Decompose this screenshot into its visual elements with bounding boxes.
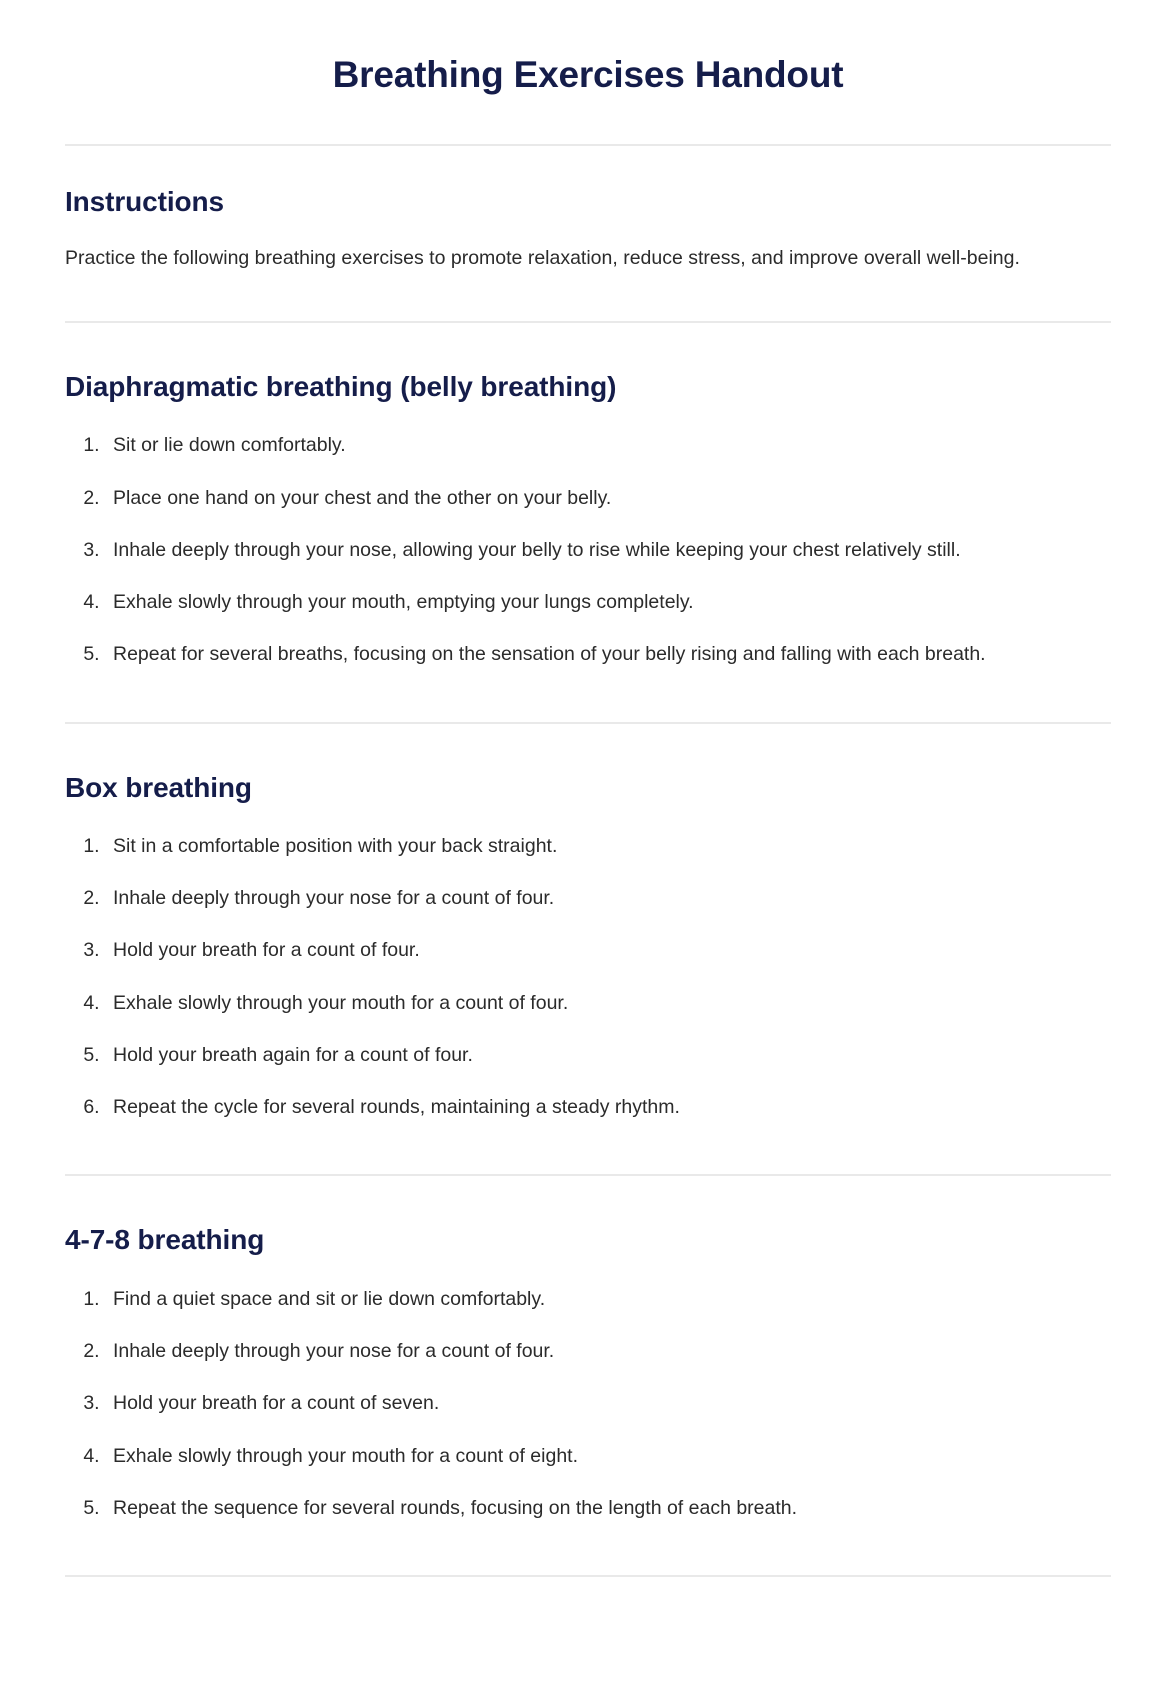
- list-item: Exhale slowly through your mouth for a c…: [105, 1442, 1083, 1471]
- list-item: Exhale slowly through your mouth, emptyi…: [105, 588, 1083, 617]
- document-page: Breathing Exercises Handout Instructions…: [0, 0, 1176, 1697]
- list-item: Find a quiet space and sit or lie down c…: [105, 1285, 1083, 1314]
- list-item: Sit or lie down comfortably.: [105, 431, 1083, 460]
- list-item: Inhale deeply through your nose for a co…: [105, 884, 1083, 913]
- steps-list-478: Find a quiet space and sit or lie down c…: [65, 1285, 1111, 1523]
- list-item: Hold your breath for a count of seven.: [105, 1389, 1083, 1418]
- list-item: Place one hand on your chest and the oth…: [105, 484, 1083, 513]
- list-item: Repeat the sequence for several rounds, …: [105, 1494, 1083, 1523]
- list-item: Exhale slowly through your mouth for a c…: [105, 989, 1083, 1018]
- list-item: Inhale deeply through your nose for a co…: [105, 1337, 1083, 1366]
- exercise-section-box: Box breathing Sit in a comfortable posit…: [0, 724, 1176, 1175]
- instructions-text: Practice the following breathing exercis…: [65, 246, 1020, 269]
- steps-list-box: Sit in a comfortable position with your …: [65, 832, 1111, 1123]
- exercise-section-diaphragmatic: Diaphragmatic breathing (belly breathing…: [0, 323, 1176, 722]
- list-item: Repeat the cycle for several rounds, mai…: [105, 1093, 1083, 1122]
- page-bottom-padding: [0, 1577, 1176, 1697]
- list-item: Repeat for several breaths, focusing on …: [105, 640, 1083, 669]
- exercise-heading-box: Box breathing: [65, 771, 252, 803]
- instructions-section: Instructions Practice the following brea…: [0, 146, 1176, 321]
- exercise-section-478: 4-7-8 breathing Find a quiet space and s…: [0, 1176, 1176, 1575]
- list-item: Hold your breath again for a count of fo…: [105, 1041, 1083, 1070]
- steps-list-diaphragmatic: Sit or lie down comfortably. Place one h…: [65, 431, 1111, 669]
- list-item: Hold your breath for a count of four.: [105, 936, 1083, 965]
- exercise-heading-diaphragmatic: Diaphragmatic breathing (belly breathing…: [65, 370, 617, 402]
- page-title: Breathing Exercises Handout: [332, 54, 844, 95]
- exercise-heading-478: 4-7-8 breathing: [65, 1224, 265, 1256]
- list-item: Inhale deeply through your nose, allowin…: [105, 536, 1083, 565]
- instructions-heading: Instructions: [65, 186, 225, 218]
- list-item: Sit in a comfortable position with your …: [105, 832, 1083, 861]
